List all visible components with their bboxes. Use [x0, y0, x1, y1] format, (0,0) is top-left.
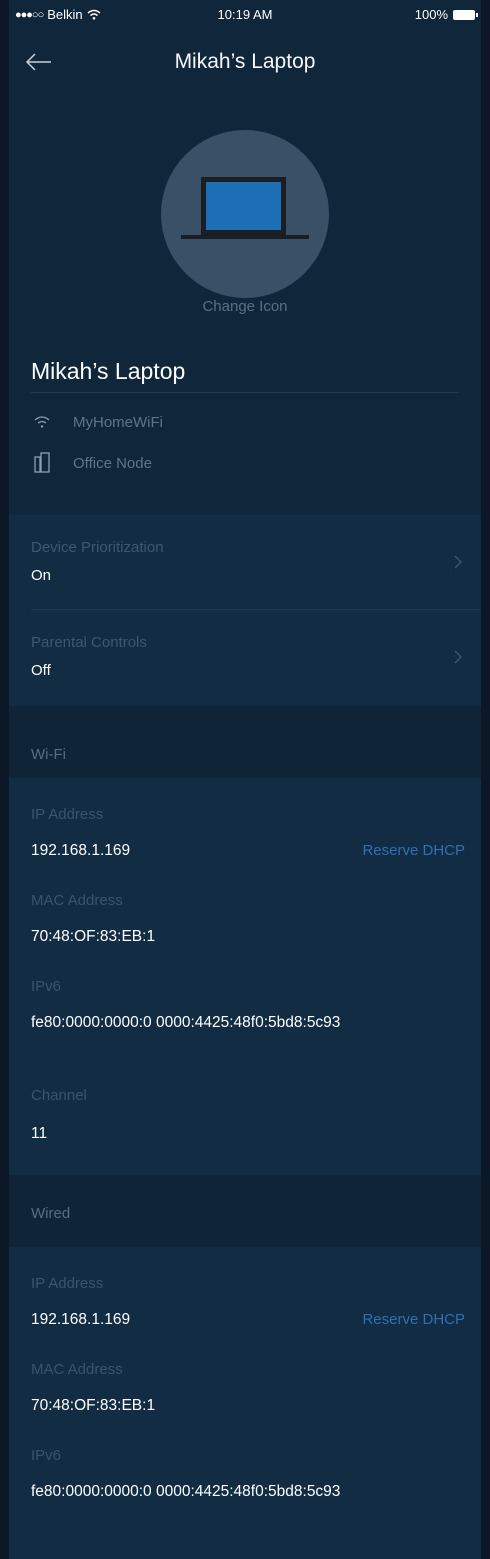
chevron-right-icon — [454, 650, 462, 664]
battery-percent: 100% — [414, 7, 448, 22]
wifi-ipv6-value: fe80:0000:0000:0 0000:4425:48f0:5bd8:5c9… — [31, 1014, 341, 1031]
wifi-ip-value: 192.168.1.169 — [31, 842, 131, 859]
wired-ip-label: IP Address — [31, 1275, 104, 1292]
network-name: MyHomeWiFi — [73, 413, 163, 431]
wifi-details-section: IP Address 192.168.1.169 Reserve DHCP MA… — [9, 778, 481, 1075]
wifi-heading-band: Wi-Fi — [9, 706, 481, 778]
device-prioritization-row[interactable]: Device Prioritization On — [9, 515, 481, 609]
status-bar: ●●●○○ Belkin 10:19 AM 100% — [9, 0, 481, 28]
status-time: 10:19 AM — [217, 7, 273, 22]
wired-mac-label: MAC Address — [31, 1361, 123, 1378]
chevron-right-icon — [454, 555, 462, 569]
network-row: MyHomeWiFi — [31, 412, 163, 432]
page-title: Mikah’s Laptop — [174, 50, 316, 73]
setting-value: On — [31, 567, 52, 584]
wired-details-section: IP Address 192.168.1.169 Reserve DHCP MA… — [9, 1247, 481, 1559]
parental-controls-row[interactable]: Parental Controls Off — [9, 610, 481, 704]
wifi-icon — [31, 412, 53, 432]
nav-bar: Mikah’s Laptop — [9, 40, 481, 84]
device-name[interactable]: Mikah’s Laptop — [31, 358, 185, 385]
node-name: Office Node — [73, 454, 152, 472]
wired-ipv6-label: IPv6 — [31, 1447, 62, 1464]
wifi-mac-value: 70:48:OF:83:EB:1 — [31, 928, 156, 945]
wired-heading: Wired — [31, 1205, 71, 1222]
battery-icon — [453, 9, 478, 20]
wifi-heading: Wi-Fi — [31, 746, 66, 763]
wired-heading-band: Wired — [9, 1175, 481, 1247]
name-divider — [31, 392, 459, 393]
laptop-icon — [181, 177, 309, 239]
wifi-mac-label: MAC Address — [31, 892, 123, 909]
status-right: 100% — [414, 7, 478, 22]
wired-ipv6-value: fe80:0000:0000:0 0000:4425:48f0:5bd8:5c9… — [31, 1483, 341, 1500]
wired-reserve-dhcp-button[interactable]: Reserve DHCP — [362, 1311, 465, 1328]
device-avatar[interactable] — [161, 130, 329, 298]
wired-mac-value: 70:48:OF:83:EB:1 — [31, 1397, 156, 1414]
node-icon — [31, 452, 53, 473]
setting-value: Off — [31, 662, 51, 679]
settings-section: Device Prioritization On Parental Contro… — [9, 515, 481, 706]
setting-label: Device Prioritization — [31, 539, 164, 556]
change-icon-link[interactable]: Change Icon — [9, 298, 481, 315]
wifi-reserve-dhcp-button[interactable]: Reserve DHCP — [362, 842, 465, 859]
node-row: Office Node — [31, 452, 152, 473]
wifi-ipv6-label: IPv6 — [31, 978, 62, 995]
wired-ip-value: 192.168.1.169 — [31, 1311, 131, 1328]
wifi-channel-value: 11 — [31, 1125, 48, 1142]
device-details-screen: ●●●○○ Belkin 10:19 AM 100% Mikah’s Lapto… — [9, 0, 481, 1559]
wifi-channel-section: Channel 11 — [9, 1075, 481, 1175]
wifi-channel-label: Channel — [31, 1087, 87, 1104]
wifi-ip-label: IP Address — [31, 806, 104, 823]
setting-label: Parental Controls — [31, 634, 147, 651]
